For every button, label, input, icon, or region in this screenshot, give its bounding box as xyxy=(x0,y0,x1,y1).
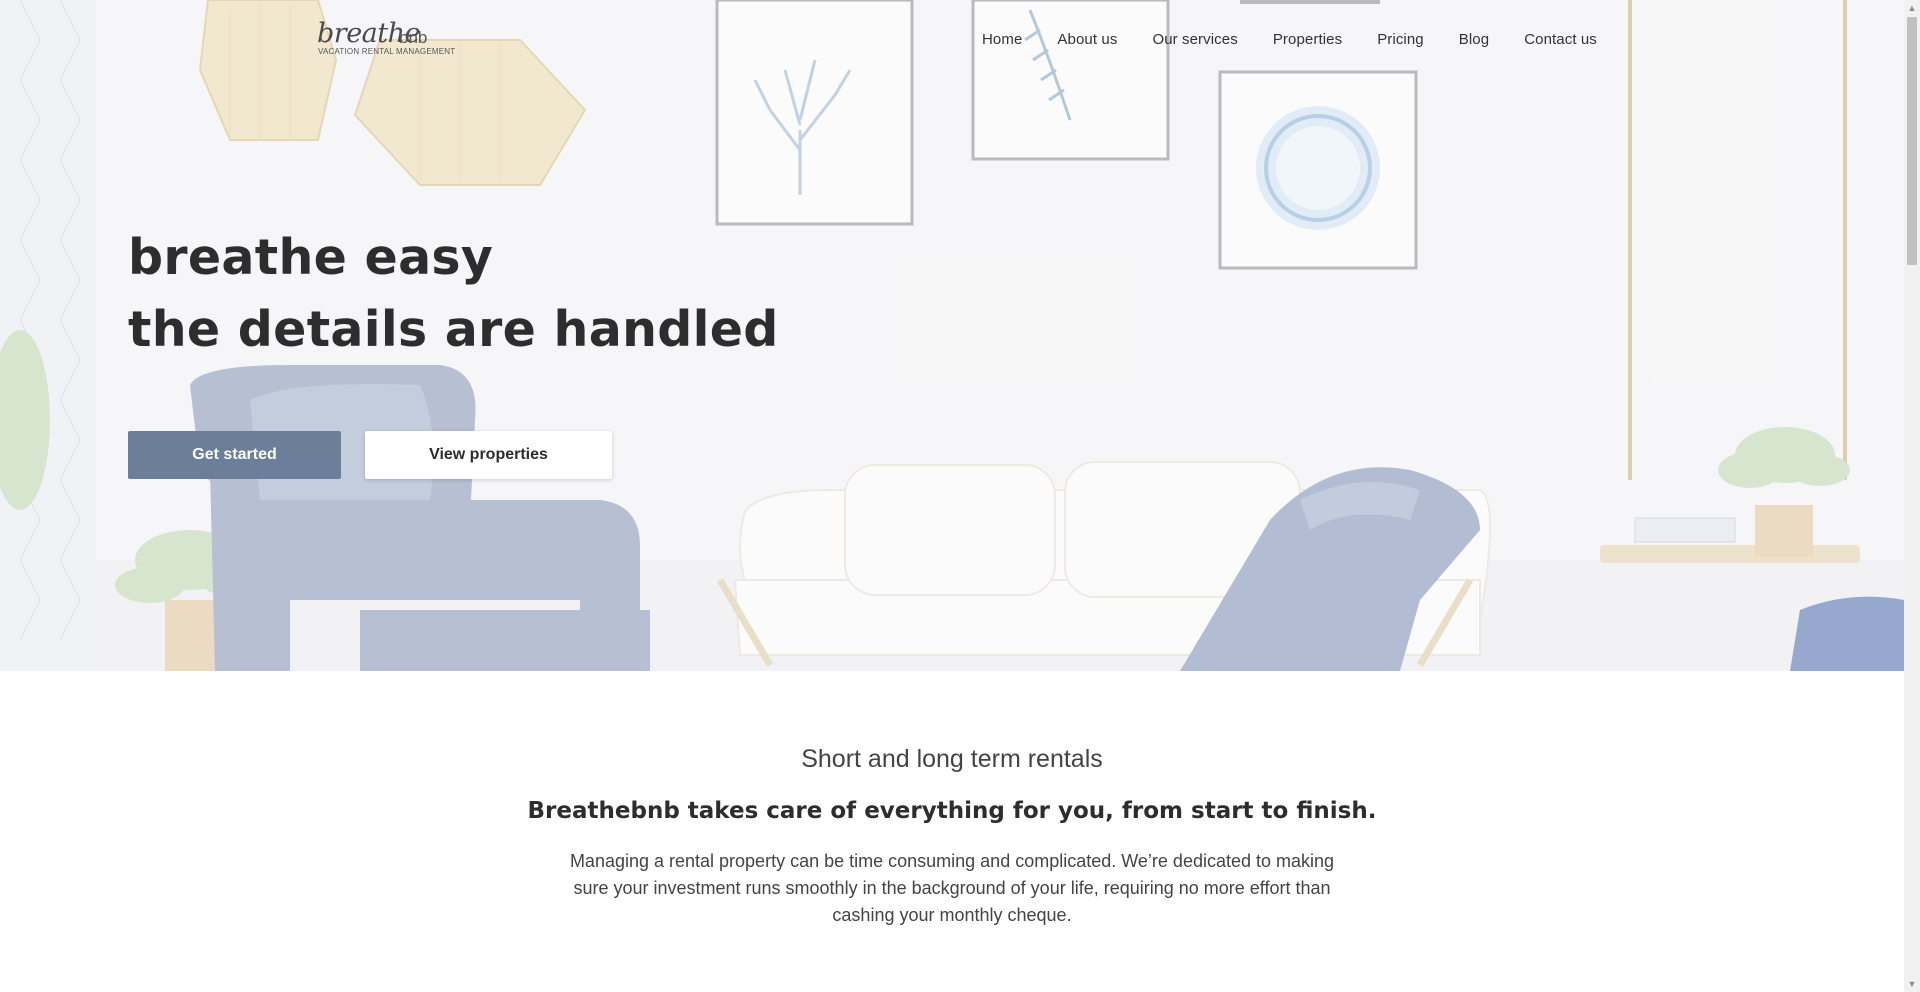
page-scrollbar[interactable]: ▲ ▼ xyxy=(1904,0,1920,992)
hero-headline: breathe easy the details are handled xyxy=(128,222,779,366)
logo-tagline: VACATION RENTAL MANAGEMENT xyxy=(318,47,456,56)
nav-item-properties[interactable]: Properties xyxy=(1273,31,1342,48)
nav-item-blog[interactable]: Blog xyxy=(1459,31,1489,48)
hero-headline-line-1: breathe easy xyxy=(128,229,494,286)
intro-section: Short and long term rentals Breathebnb t… xyxy=(0,671,1904,992)
logo-suffix: bnb xyxy=(399,28,428,47)
intro-kicker: Short and long term rentals xyxy=(801,745,1103,773)
nav-item-home[interactable]: Home xyxy=(982,31,1022,48)
chevron-up-icon[interactable]: ▲ xyxy=(1904,0,1920,16)
intro-body: Managing a rental property can be time c… xyxy=(569,851,1335,925)
get-started-button[interactable]: Get started xyxy=(128,431,341,479)
intro-title: Breathebnb takes care of everything for … xyxy=(527,798,1377,824)
main-nav: Home About us Our services Properties Pr… xyxy=(982,31,1597,48)
view-properties-button[interactable]: View properties xyxy=(365,431,612,479)
nav-item-pricing[interactable]: Pricing xyxy=(1377,31,1424,48)
logo[interactable]: breathe bnb VACATION RENTAL MANAGEMENT xyxy=(317,18,467,58)
nav-item-our-services[interactable]: Our services xyxy=(1152,31,1237,48)
nav-item-contact-us[interactable]: Contact us xyxy=(1524,31,1597,48)
nav-item-about-us[interactable]: About us xyxy=(1057,31,1117,48)
scrollbar-thumb[interactable] xyxy=(1907,17,1917,265)
hero-section: breathe bnb VACATION RENTAL MANAGEMENT H… xyxy=(0,0,1904,671)
chevron-down-icon[interactable]: ▼ xyxy=(1904,976,1920,992)
hero-headline-line-2: the details are handled xyxy=(128,301,779,358)
